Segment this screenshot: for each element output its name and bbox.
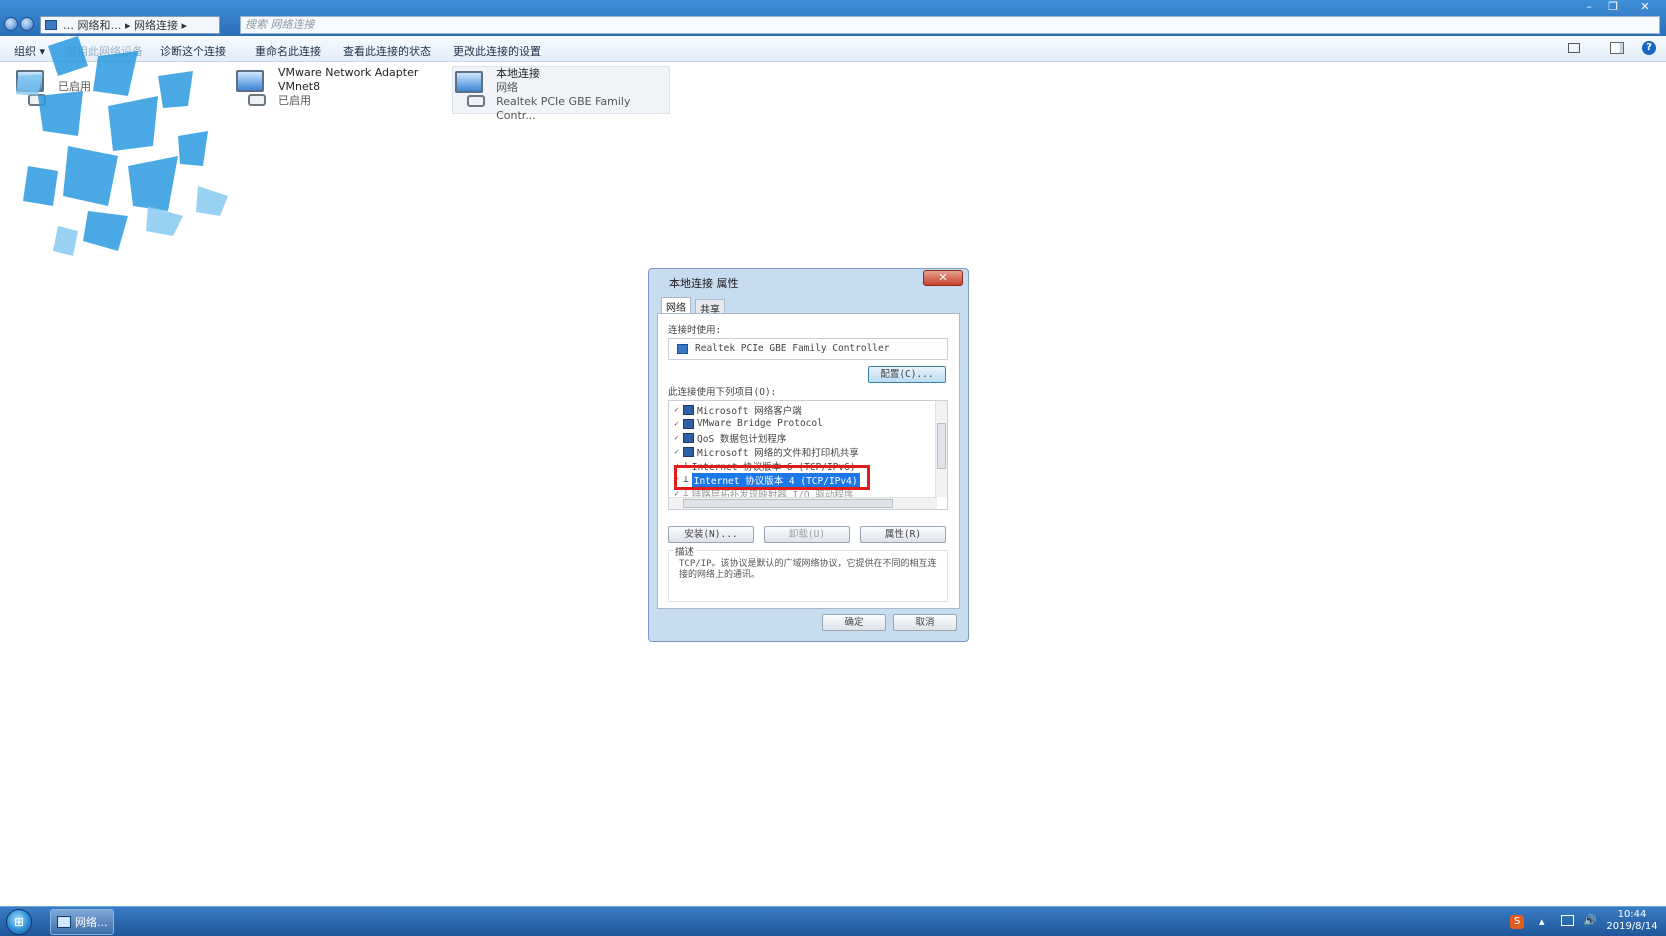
install-button[interactable]: 安装(N)... [668, 526, 754, 543]
adapter-field: Realtek PCIe GBE Family Controller [668, 338, 948, 360]
dialog-close-button[interactable]: ✕ [923, 270, 963, 286]
close-button[interactable]: ✕ [1634, 0, 1656, 14]
list-item[interactable]: ✓ QoS 数据包计划程序 [673, 431, 787, 445]
adapter-icon [677, 344, 688, 354]
list-item[interactable]: ✓ Microsoft 网络客户端 [673, 403, 802, 417]
checkbox[interactable]: ✓ [673, 447, 680, 456]
forward-icon[interactable] [20, 17, 34, 31]
configure-button[interactable]: 配置(C)... [868, 366, 946, 383]
description-text: TCP/IP。该协议是默认的广域网络协议，它提供在不同的相互连接的网络上的通讯。 [679, 559, 937, 580]
connection-item-vmnet8[interactable]: VMware Network Adapter VMnet8 已启用 [234, 66, 434, 114]
uninstall-button[interactable]: 卸载(U) [764, 526, 850, 543]
annotation-highlight [674, 465, 870, 490]
address-bar[interactable]: … 网络和… ▸ 网络连接 ▸ [40, 16, 220, 34]
volume-icon[interactable]: 🔊 [1583, 914, 1597, 934]
rename-button[interactable]: 重命名此连接 [255, 43, 321, 59]
connection-line2: VMnet8 [278, 80, 321, 93]
connection-status: 已启用 [278, 94, 311, 107]
taskbar: ⊞ 网络... [0, 906, 1666, 936]
list-item[interactable]: ✓ Microsoft 网络的文件和打印机共享 [673, 445, 859, 459]
checkbox[interactable]: ✓ [673, 433, 680, 442]
clock[interactable]: 10:44 2019/8/14 [1604, 909, 1660, 933]
ok-button[interactable]: 确定 [822, 614, 886, 631]
change-settings-button[interactable]: 更改此连接的设置 [453, 43, 541, 59]
view-options-icon[interactable] [1568, 43, 1580, 53]
search-input[interactable]: 搜索 网络连接 [240, 16, 1660, 34]
description-legend: 描述 [673, 544, 697, 558]
preview-pane-icon[interactable] [1610, 42, 1624, 54]
service-icon [683, 446, 694, 457]
list-item-label: Microsoft 网络的文件和打印机共享 [697, 447, 859, 459]
list-item-label: VMware Bridge Protocol [697, 418, 823, 429]
decorative-shards [16, 36, 228, 256]
list-item-label: QoS 数据包计划程序 [697, 433, 787, 445]
protocol-icon [683, 418, 694, 429]
minimize-button[interactable]: – [1578, 0, 1600, 14]
computer-icon [45, 20, 57, 30]
view-status-button[interactable]: 查看此连接的状态 [343, 43, 431, 59]
items-label: 此连接使用下列项目(O): [668, 387, 777, 398]
checkbox[interactable]: ✓ [673, 419, 680, 428]
network-adapter-icon [234, 68, 270, 108]
connect-using-label: 连接时使用: [668, 325, 722, 336]
cancel-button[interactable]: 取消 [893, 614, 957, 631]
command-bar: 组织 ▾ 禁用此网络设备 诊断这个连接 重命名此连接 查看此连接的状态 更改此连… [0, 36, 1666, 62]
properties-button[interactable]: 属性(R) [860, 526, 946, 543]
network-folder-icon [57, 916, 71, 928]
description-group: 描述 TCP/IP。该协议是默认的广域网络协议，它提供在不同的相互连接的网络上的… [668, 544, 948, 602]
taskbar-item-network[interactable]: 网络... [50, 909, 114, 935]
restore-button[interactable]: ❐ [1602, 0, 1624, 14]
components-list[interactable]: ✓ Microsoft 网络客户端 ✓ VMware Bridge Protoc… [668, 400, 948, 510]
dialog-title: 本地连接 属性 [669, 277, 739, 290]
service-icon [683, 432, 694, 443]
ime-icon[interactable]: S [1510, 915, 1524, 929]
client-icon [683, 404, 694, 415]
dialog-body: 连接时使用: Realtek PCIe GBE Family Controlle… [657, 313, 960, 609]
title-bar: … 网络和… ▸ 网络连接 ▸ 搜索 网络连接 – ❐ ✕ [0, 0, 1666, 36]
vertical-scrollbar[interactable] [935, 401, 947, 497]
properties-dialog: 本地连接 属性 ✕ 网络 共享 连接时使用: Realtek PCIe GBE … [648, 268, 969, 642]
checkbox[interactable]: ✓ [673, 405, 680, 414]
network-adapter-icon [453, 69, 488, 109]
clock-time: 10:44 [1617, 909, 1647, 920]
horizontal-scrollbar[interactable] [669, 497, 937, 509]
list-item-label: Microsoft 网络客户端 [697, 405, 802, 417]
start-button[interactable]: ⊞ [6, 909, 32, 935]
connection-item-local[interactable]: 本地连接 网络 Realtek PCIe GBE Family Contr... [452, 66, 670, 122]
help-icon[interactable]: ? [1642, 41, 1656, 55]
adapter-name: Realtek PCIe GBE Family Controller [695, 343, 890, 354]
show-hidden-icons-icon[interactable]: ▴ [1539, 915, 1545, 935]
breadcrumb: … 网络和… ▸ 网络连接 ▸ [63, 19, 188, 32]
connection-name: 本地连接 [496, 67, 541, 80]
network-tray-icon[interactable] [1561, 915, 1574, 926]
connection-line2: 网络 [496, 81, 519, 94]
taskbar-item-label: 网络... [75, 916, 108, 929]
back-icon[interactable] [4, 17, 18, 31]
clock-date: 2019/8/14 [1606, 921, 1658, 932]
connection-name: VMware Network Adapter [278, 66, 419, 79]
connection-status: Realtek PCIe GBE Family Contr... [496, 95, 631, 122]
tab-network[interactable]: 网络 [661, 297, 691, 314]
list-item[interactable]: ✓ VMware Bridge Protocol [673, 417, 823, 430]
